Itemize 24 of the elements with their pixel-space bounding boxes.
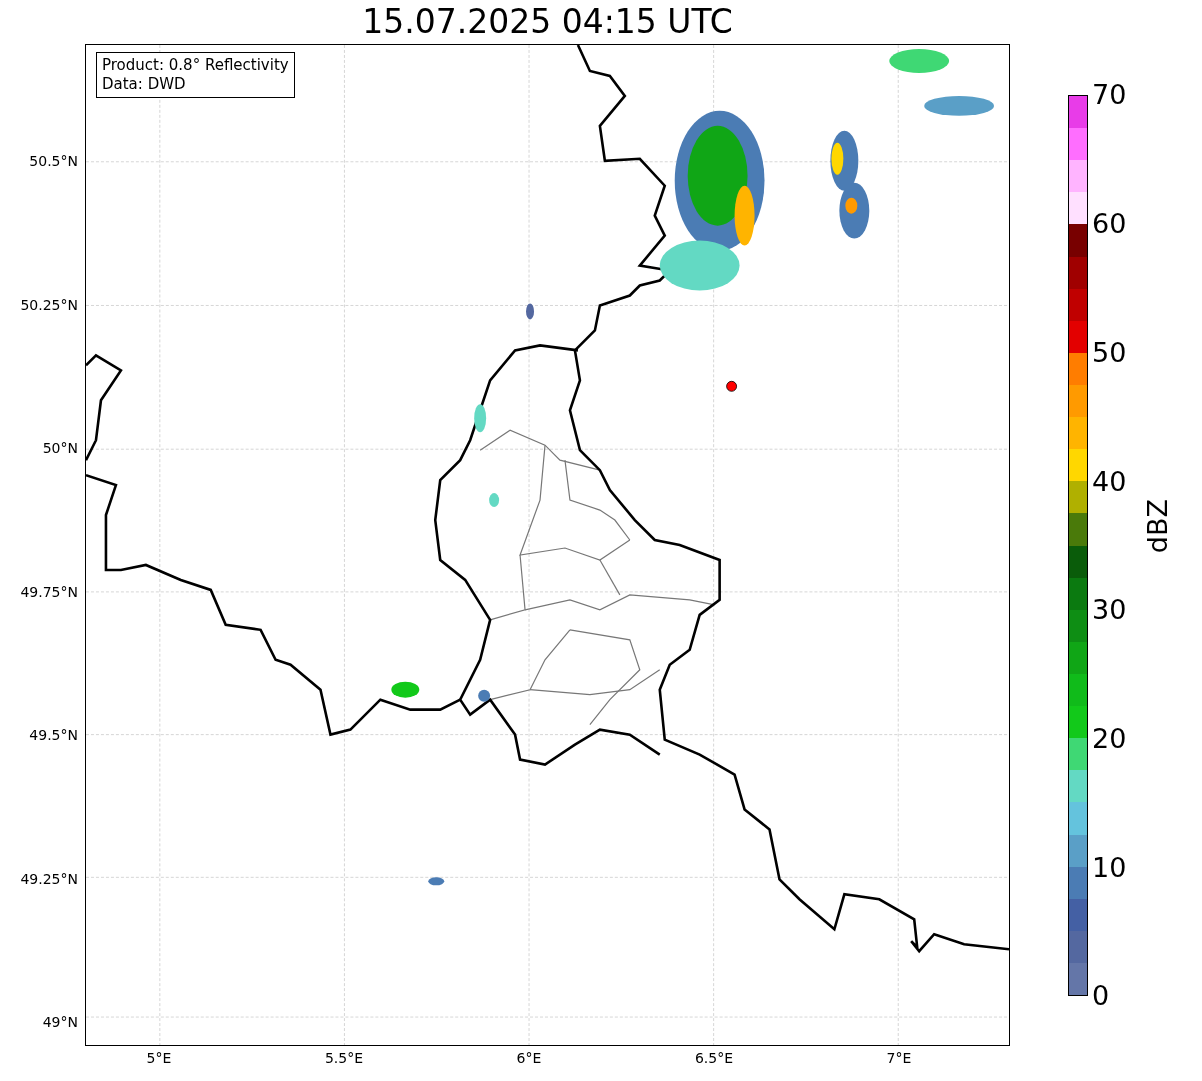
axis-tick-label: 49°N bbox=[42, 1014, 78, 1030]
axis-tick-label: 50.5°N bbox=[29, 153, 78, 169]
axis-tick-label: 49.5°N bbox=[29, 727, 78, 743]
axis-tick-label: 50°N bbox=[42, 440, 78, 456]
colorbar-tick-label: 70 bbox=[1092, 79, 1127, 111]
axis-tick-label: 49.75°N bbox=[20, 583, 78, 600]
colorbar-tick-label: 0 bbox=[1092, 980, 1110, 1012]
colorbar-tick-label: 60 bbox=[1092, 208, 1127, 240]
colorbar-label: dBZ bbox=[1142, 499, 1173, 554]
legend-text: Product: 0.8° Reflectivity bbox=[102, 56, 289, 75]
colorbar-tick-label: 30 bbox=[1092, 594, 1127, 626]
axis-tick-label: 5°E bbox=[146, 1050, 172, 1066]
chart-title: 15.07.2025 04:15 UTC bbox=[361, 1, 734, 43]
colorbar-tick-label: 10 bbox=[1092, 851, 1127, 883]
axis-tick-label: 7°E bbox=[886, 1050, 912, 1066]
colorbar-tick-label: 50 bbox=[1092, 336, 1127, 368]
axis-tick-label: 50.25°N bbox=[20, 296, 78, 313]
legend-text: Data: DWD bbox=[102, 75, 187, 94]
axis-tick-label: 49.25°N bbox=[20, 870, 78, 887]
axis-tick-label: 6°E bbox=[516, 1050, 542, 1066]
axis-tick-label: 6.5°E bbox=[694, 1050, 734, 1066]
colorbar-tick-label: 40 bbox=[1092, 465, 1127, 497]
colorbar-tick-label: 20 bbox=[1092, 722, 1127, 754]
axis-tick-label: 5.5°E bbox=[324, 1050, 364, 1066]
